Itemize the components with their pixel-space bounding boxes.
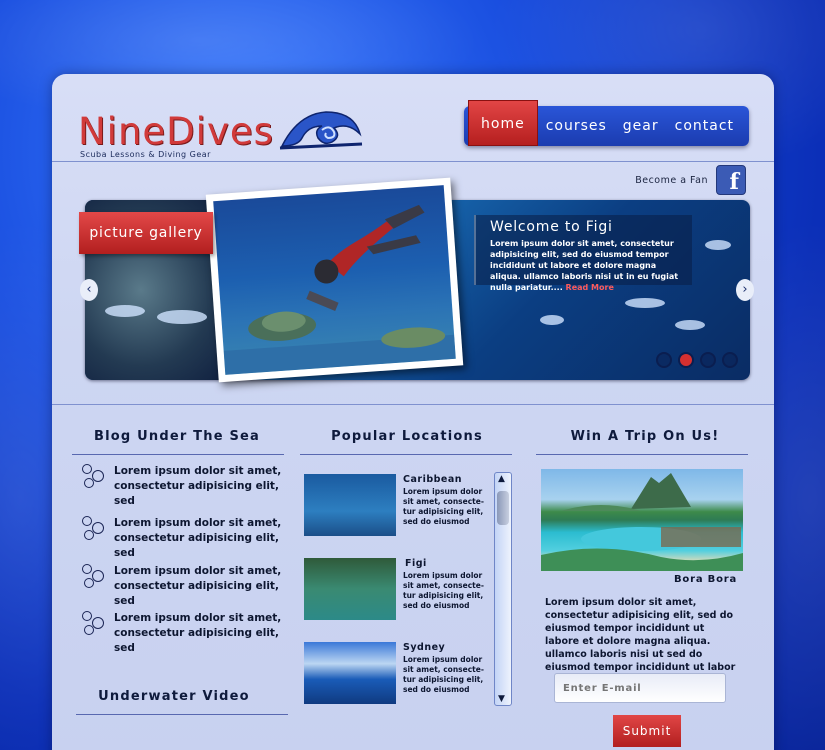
scroll-thumb[interactable] xyxy=(497,491,509,525)
read-more-link[interactable]: Read More xyxy=(566,283,614,292)
blog-item-text: Lorem ipsum dolor sit amet, consectetur … xyxy=(114,465,282,507)
location-item[interactable]: Caribbean Lorem ipsum dolor sit amet, co… xyxy=(304,474,484,558)
fish-decoration xyxy=(540,315,564,325)
location-name: Figi xyxy=(405,558,427,569)
blog-item[interactable]: Lorem ipsum dolor sit amet, consectetur … xyxy=(82,564,284,609)
slider-dot-1[interactable] xyxy=(656,352,672,368)
scroll-down-icon[interactable]: ▼ xyxy=(498,694,505,704)
slider-dot-2[interactable] xyxy=(678,352,694,368)
video-title-underline xyxy=(76,714,288,715)
nav-home[interactable]: home xyxy=(468,100,538,146)
locations-title: Popular Locations xyxy=(331,429,483,444)
content-divider xyxy=(52,404,774,405)
main-nav: home courses gear contact xyxy=(464,100,749,146)
bubbles-icon xyxy=(82,464,106,492)
facebook-icon[interactable]: f xyxy=(716,165,746,195)
trip-title: Win A Trip On Us! xyxy=(570,429,720,444)
fish-decoration xyxy=(157,310,207,324)
location-name: Caribbean xyxy=(403,474,463,485)
nav-contact[interactable]: contact xyxy=(667,106,742,146)
locations-scrollbar[interactable]: ▲ ▼ xyxy=(494,472,512,706)
logo[interactable]: NineDives Scuba Lessons & Diving Gear xyxy=(78,110,274,160)
nav-courses[interactable]: courses xyxy=(538,106,615,146)
logo-text: NineDives xyxy=(78,110,274,153)
locations-list[interactable]: Caribbean Lorem ipsum dolor sit amet, co… xyxy=(304,474,484,706)
welcome-box: Welcome to Figi Lorem ipsum dolor sit am… xyxy=(474,215,692,292)
slider-dot-3[interactable] xyxy=(700,352,716,368)
island-illustration xyxy=(541,473,743,571)
main-panel: NineDives Scuba Lessons & Diving Gear ho… xyxy=(52,74,774,750)
blog-item-text: Lorem ipsum dolor sit amet, consectetur … xyxy=(114,612,282,654)
location-item[interactable]: Figi Lorem ipsum dolor sit amet, consect… xyxy=(304,558,484,642)
blog-item-text: Lorem ipsum dolor sit amet, consectetur … xyxy=(114,565,282,607)
welcome-title: Welcome to Figi xyxy=(490,219,613,235)
caribbean-thumbnail xyxy=(304,474,396,536)
bubbles-icon xyxy=(82,564,106,592)
featured-photo xyxy=(205,177,464,383)
submit-button[interactable]: Submit xyxy=(613,715,681,747)
trip-caption: Bora Bora xyxy=(674,574,738,585)
slider-dot-4[interactable] xyxy=(722,352,738,368)
diver-illustration xyxy=(223,204,456,375)
diver-photo xyxy=(213,185,456,375)
locations-title-underline xyxy=(300,454,512,455)
picture-gallery-label[interactable]: picture gallery xyxy=(79,212,213,254)
slider-dots xyxy=(656,352,738,368)
welcome-text: Lorem ipsum dolor sit amet, consectetur … xyxy=(490,238,684,293)
trip-text: Lorem ipsum dolor sit amet, consectetur … xyxy=(545,597,736,673)
sydney-thumbnail xyxy=(304,642,396,704)
fish-decoration xyxy=(705,240,731,250)
become-a-fan[interactable]: Become a Fan f xyxy=(635,165,746,195)
nav-gear[interactable]: gear xyxy=(615,106,667,146)
location-item[interactable]: Sydney Lorem ipsum dolor sit amet, conse… xyxy=(304,642,484,706)
figi-thumbnail xyxy=(304,558,396,620)
video-title: Underwater Video xyxy=(98,689,250,704)
fish-decoration xyxy=(625,298,665,308)
blog-title-underline xyxy=(72,454,284,455)
header-divider xyxy=(52,161,774,162)
blog-item[interactable]: Lorem ipsum dolor sit amet, consectetur … xyxy=(82,464,284,509)
location-text: Lorem ipsum dolor sit amet, consecte-tur… xyxy=(403,655,484,694)
trip-title-underline xyxy=(536,454,748,455)
wave-logo-icon xyxy=(279,111,363,150)
blog-item[interactable]: Lorem ipsum dolor sit amet, consectetur … xyxy=(82,611,284,656)
blog-title: Blog Under The Sea xyxy=(93,429,260,444)
chevron-right-icon[interactable]: › xyxy=(736,279,754,301)
blog-item-text: Lorem ipsum dolor sit amet, consectetur … xyxy=(114,517,282,559)
fish-decoration xyxy=(675,320,705,330)
email-field[interactable] xyxy=(554,673,726,703)
fan-label: Become a Fan xyxy=(635,174,708,186)
location-text: Lorem ipsum dolor sit amet, consecte-tur… xyxy=(403,571,484,610)
bubbles-icon xyxy=(82,516,106,544)
chevron-left-icon[interactable]: ‹ xyxy=(80,279,98,301)
bubbles-icon xyxy=(82,611,106,639)
location-name: Sydney xyxy=(403,642,446,653)
location-text: Lorem ipsum dolor sit amet, consecte-tur… xyxy=(403,487,484,526)
fish-decoration xyxy=(105,305,145,317)
blog-item[interactable]: Lorem ipsum dolor sit amet, consectetur … xyxy=(82,516,284,561)
bora-bora-image xyxy=(541,469,743,571)
scroll-up-icon[interactable]: ▲ xyxy=(498,474,505,484)
